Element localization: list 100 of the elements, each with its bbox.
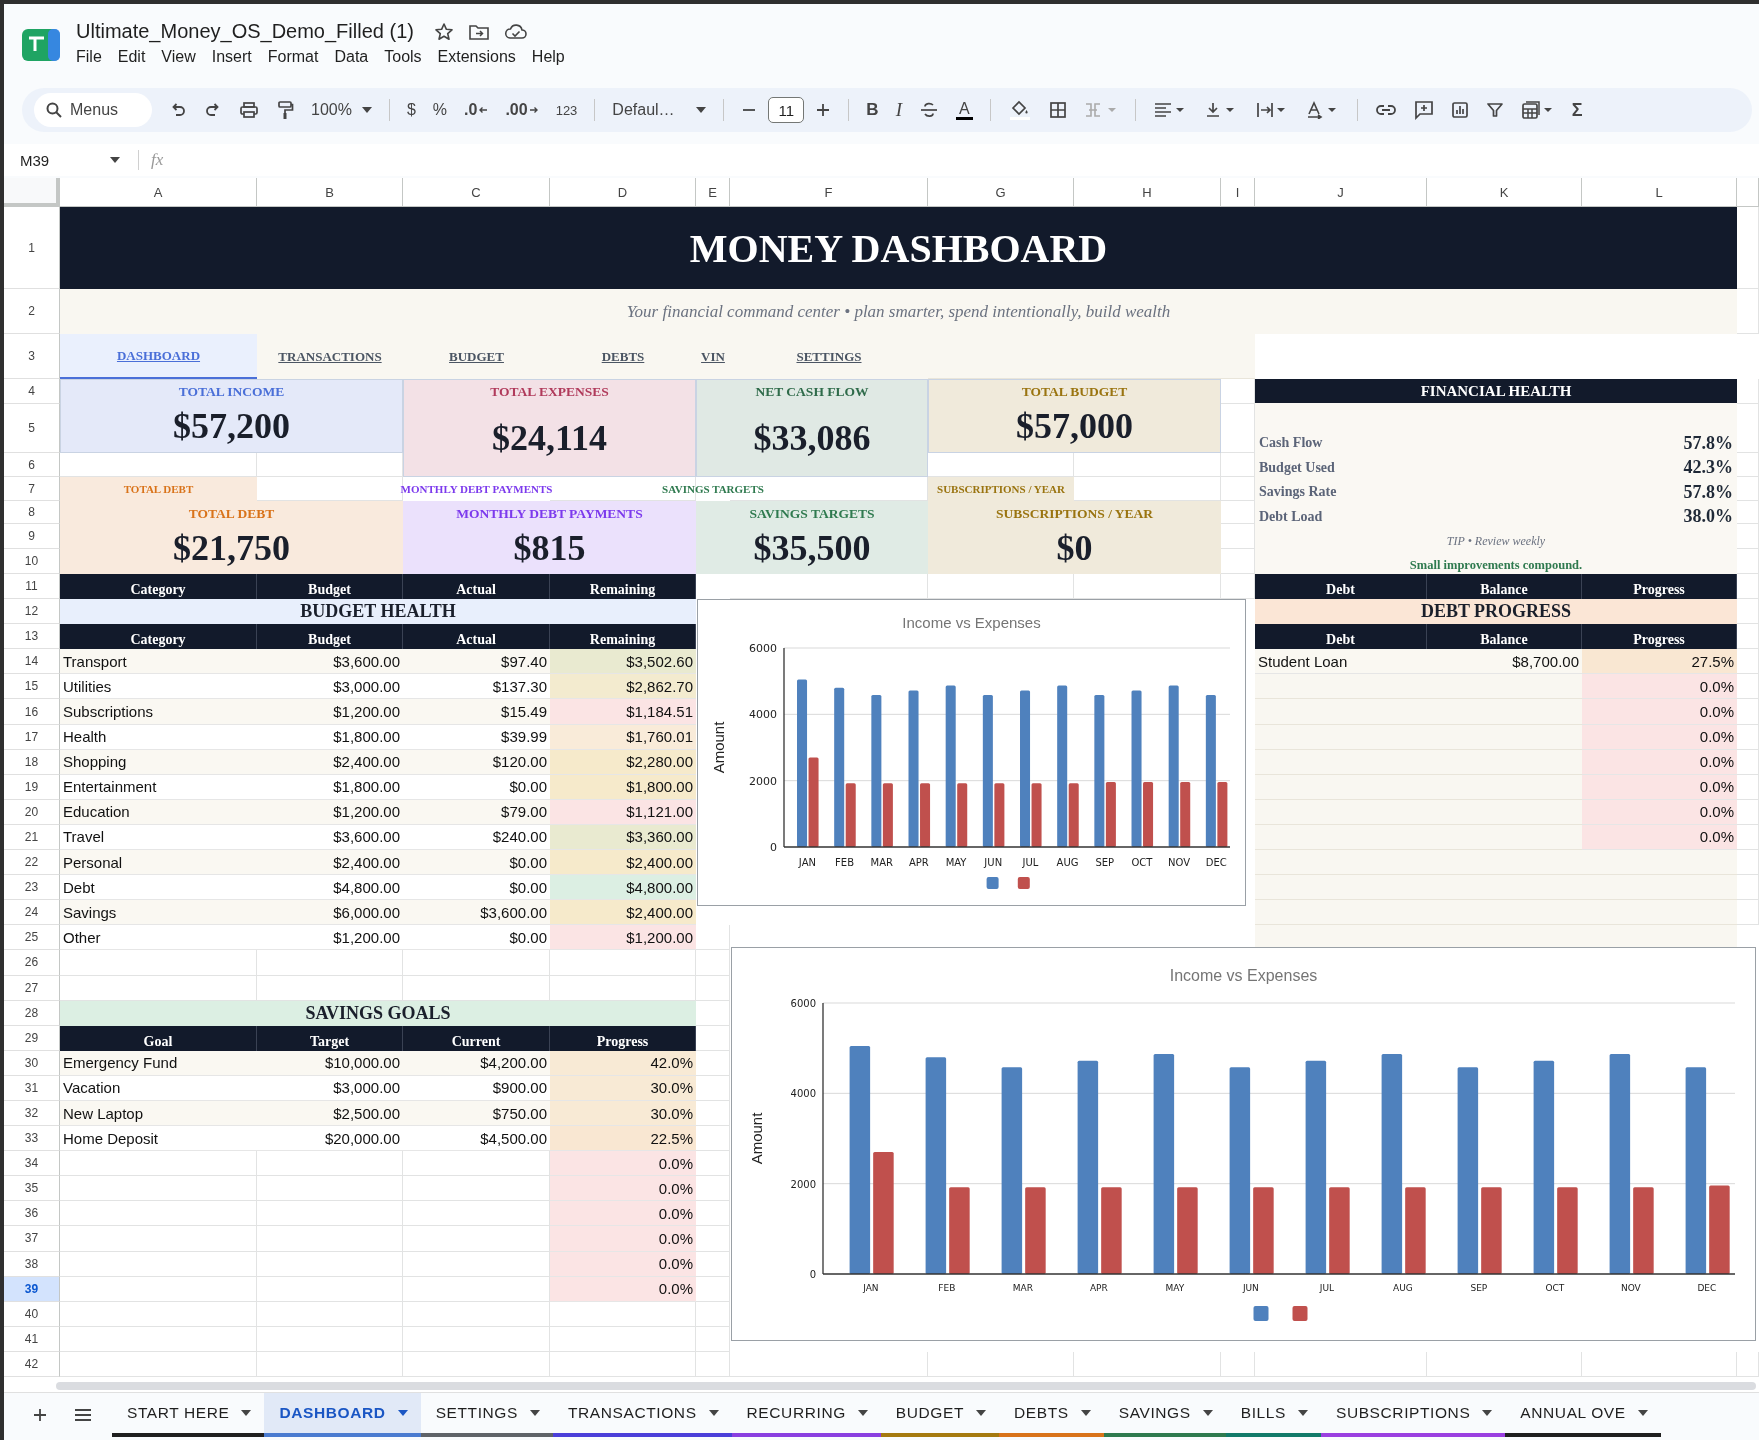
nav-link[interactable]: DASHBOARD	[60, 334, 257, 379]
sheet-tab[interactable]: DASHBOARD	[264, 1393, 421, 1437]
sheet-tab[interactable]: TRANSACTIONS	[552, 1393, 732, 1437]
sheet-tab[interactable]: ANNUAL OVE	[1505, 1393, 1661, 1437]
row-header[interactable]: 2	[4, 289, 60, 334]
fill-bucket-icon[interactable]	[1007, 99, 1032, 121]
menu-item[interactable]: Tools	[384, 48, 438, 66]
empty-cell[interactable]	[257, 1301, 403, 1327]
empty-cell[interactable]	[696, 1326, 730, 1352]
row-header[interactable]: 16	[4, 699, 60, 725]
column-header[interactable]: E	[696, 178, 730, 207]
column-header[interactable]: I	[1221, 178, 1255, 207]
row-header[interactable]: 28	[4, 1000, 60, 1026]
empty-cell[interactable]	[1074, 1351, 1221, 1377]
row-header[interactable]: 22	[4, 850, 60, 876]
row-header[interactable]: 35	[4, 1176, 60, 1202]
menu-item[interactable]: Insert	[211, 48, 268, 66]
empty-cell[interactable]	[1737, 900, 1759, 926]
increase-decimals-button[interactable]: .00	[505, 101, 539, 119]
nav-link[interactable]: VIN	[696, 334, 730, 379]
font-select[interactable]: Defaul…	[612, 101, 707, 119]
row-header[interactable]: 9	[4, 524, 60, 549]
empty-cell[interactable]	[403, 975, 550, 1001]
sheet-tab[interactable]: BUDGET	[880, 1393, 1000, 1437]
name-box[interactable]: M39	[4, 151, 130, 169]
empty-cell[interactable]	[730, 1351, 928, 1377]
empty-cell[interactable]	[403, 1326, 550, 1352]
row-header[interactable]: 25	[4, 925, 60, 951]
print-icon[interactable]	[239, 101, 259, 119]
column-header[interactable]: F	[730, 178, 928, 207]
row-header[interactable]: 20	[4, 799, 60, 825]
menu-item[interactable]: View	[161, 48, 212, 66]
empty-cell[interactable]	[696, 950, 730, 976]
row-header[interactable]: 10	[4, 549, 60, 574]
nav-link[interactable]: TRANSACTIONS	[257, 334, 403, 379]
menu-item[interactable]: Format	[267, 48, 335, 66]
empty-cell[interactable]	[1737, 875, 1759, 901]
menu-item[interactable]: Edit	[117, 48, 162, 66]
zoom-select[interactable]: 100%	[311, 101, 372, 119]
column-header[interactable]: A	[60, 178, 257, 207]
empty-cell[interactable]	[550, 975, 696, 1001]
menu-item[interactable]: Data	[334, 48, 385, 66]
row-header[interactable]: 11	[4, 574, 60, 600]
align-left-icon[interactable]	[1152, 101, 1187, 119]
row-header[interactable]: 17	[4, 724, 60, 750]
empty-cell[interactable]	[257, 1276, 403, 1302]
row-header[interactable]: 7	[4, 477, 60, 501]
sheet-tab[interactable]: SETTINGS	[420, 1393, 553, 1437]
empty-cell[interactable]	[403, 1301, 550, 1327]
empty-cell[interactable]	[550, 1351, 696, 1377]
column-header[interactable]: C	[403, 178, 550, 207]
row-header[interactable]: 5	[4, 404, 60, 453]
strikethrough-icon[interactable]	[918, 101, 939, 119]
row-header[interactable]: 12	[4, 599, 60, 625]
row-header[interactable]: 37	[4, 1226, 60, 1252]
row-header[interactable]: 13	[4, 624, 60, 650]
chart-icon[interactable]	[1450, 101, 1469, 119]
add-sheet-icon[interactable]	[32, 1407, 48, 1423]
column-header[interactable]: D	[550, 178, 696, 207]
table-view-icon[interactable]	[1520, 100, 1555, 120]
comment-icon[interactable]	[1413, 100, 1434, 120]
menu-item[interactable]: Extensions	[437, 48, 532, 66]
column-header[interactable]: L	[1582, 178, 1737, 207]
row-header[interactable]: 38	[4, 1251, 60, 1277]
filter-icon[interactable]	[1485, 101, 1504, 119]
empty-cell[interactable]	[1737, 1351, 1759, 1377]
document-title[interactable]: Ultimate_Money_OS_Demo_Filled (1)	[76, 20, 414, 43]
cloud-check-icon[interactable]	[503, 21, 528, 42]
empty-cell[interactable]	[257, 1226, 403, 1252]
number-format-button[interactable]: 123	[555, 102, 578, 118]
row-header[interactable]: 23	[4, 875, 60, 901]
row-header[interactable]: 40	[4, 1301, 60, 1327]
row-header[interactable]: 15	[4, 674, 60, 700]
empty-cell[interactable]	[1582, 1351, 1737, 1377]
column-header[interactable]: J	[1255, 178, 1427, 207]
nav-link[interactable]: BUDGET	[403, 334, 550, 379]
row-header[interactable]: 41	[4, 1326, 60, 1352]
menu-item[interactable]: File	[76, 48, 118, 66]
sheet-tab[interactable]: DEBTS	[999, 1393, 1104, 1437]
font-size-field[interactable]: 11	[768, 97, 805, 123]
nav-link[interactable]: DEBTS	[550, 334, 696, 379]
empty-cell[interactable]	[257, 1201, 403, 1227]
decrease-decimals-button[interactable]: .0	[464, 101, 489, 119]
empty-cell[interactable]	[1737, 850, 1759, 876]
empty-cell[interactable]	[696, 975, 730, 1001]
row-header[interactable]: 18	[4, 749, 60, 775]
menu-item[interactable]: Help	[531, 48, 581, 66]
row-header[interactable]: 21	[4, 824, 60, 851]
nav-link[interactable]: SETTINGS	[730, 334, 928, 379]
borders-icon[interactable]	[1048, 101, 1067, 119]
row-header[interactable]: 34	[4, 1151, 60, 1177]
sheet-tab[interactable]: BILLS	[1225, 1393, 1321, 1437]
row-header[interactable]: 24	[4, 900, 60, 926]
functions-button[interactable]: Σ	[1571, 99, 1583, 121]
empty-cell[interactable]	[1255, 1351, 1427, 1377]
star-icon[interactable]	[433, 21, 454, 42]
empty-cell[interactable]	[403, 1351, 550, 1377]
italic-button[interactable]: I	[895, 99, 902, 121]
column-header[interactable]: K	[1427, 178, 1582, 207]
sheet-tab[interactable]: RECURRING	[731, 1393, 881, 1437]
